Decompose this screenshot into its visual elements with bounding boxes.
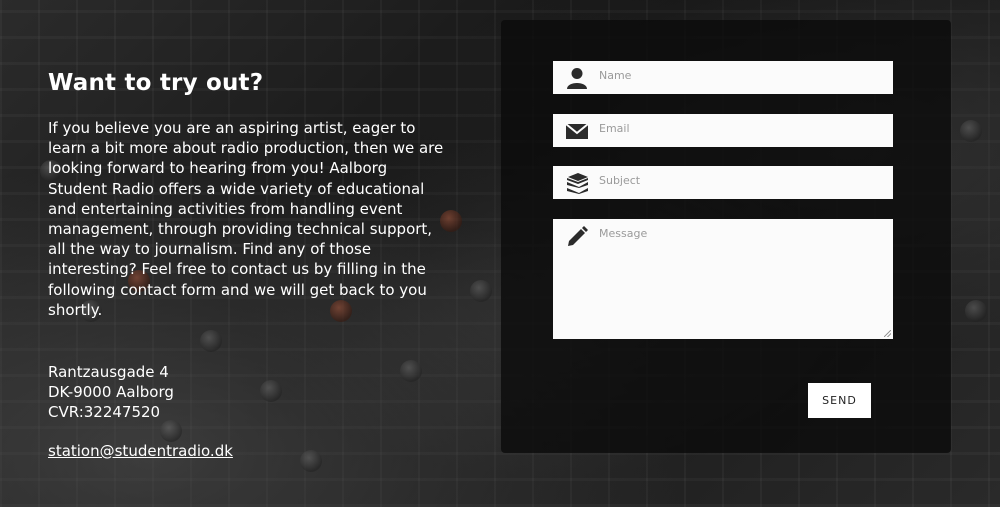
address-block: Rantzausgade 4 DK-9000 Aalborg CVR:32247… bbox=[48, 362, 174, 423]
resize-handle[interactable] bbox=[884, 330, 891, 337]
name-placeholder: Name bbox=[599, 69, 632, 82]
intro-section: Want to try out? If you believe you are … bbox=[48, 70, 448, 320]
contact-email-link[interactable]: station@studentradio.dk bbox=[48, 442, 233, 460]
address-city: DK-9000 Aalborg bbox=[48, 383, 174, 402]
email-field[interactable]: Email bbox=[553, 114, 893, 147]
intro-description: If you believe you are an aspiring artis… bbox=[48, 119, 444, 319]
name-field[interactable]: Name bbox=[553, 61, 893, 94]
address-street: Rantzausgade 4 bbox=[48, 363, 169, 381]
page-title: Want to try out? bbox=[48, 70, 264, 96]
subject-field[interactable]: Subject bbox=[553, 166, 893, 199]
pencil-icon bbox=[565, 225, 589, 247]
user-icon bbox=[565, 67, 589, 89]
message-placeholder: Message bbox=[599, 227, 648, 240]
message-field[interactable]: Message bbox=[553, 219, 893, 339]
address-cvr: CVR:32247520 bbox=[48, 403, 161, 422]
subject-placeholder: Subject bbox=[599, 174, 641, 187]
books-icon bbox=[565, 172, 589, 194]
email-placeholder: Email bbox=[599, 122, 630, 135]
send-button[interactable]: SEND bbox=[808, 383, 871, 418]
envelope-icon bbox=[565, 120, 589, 142]
